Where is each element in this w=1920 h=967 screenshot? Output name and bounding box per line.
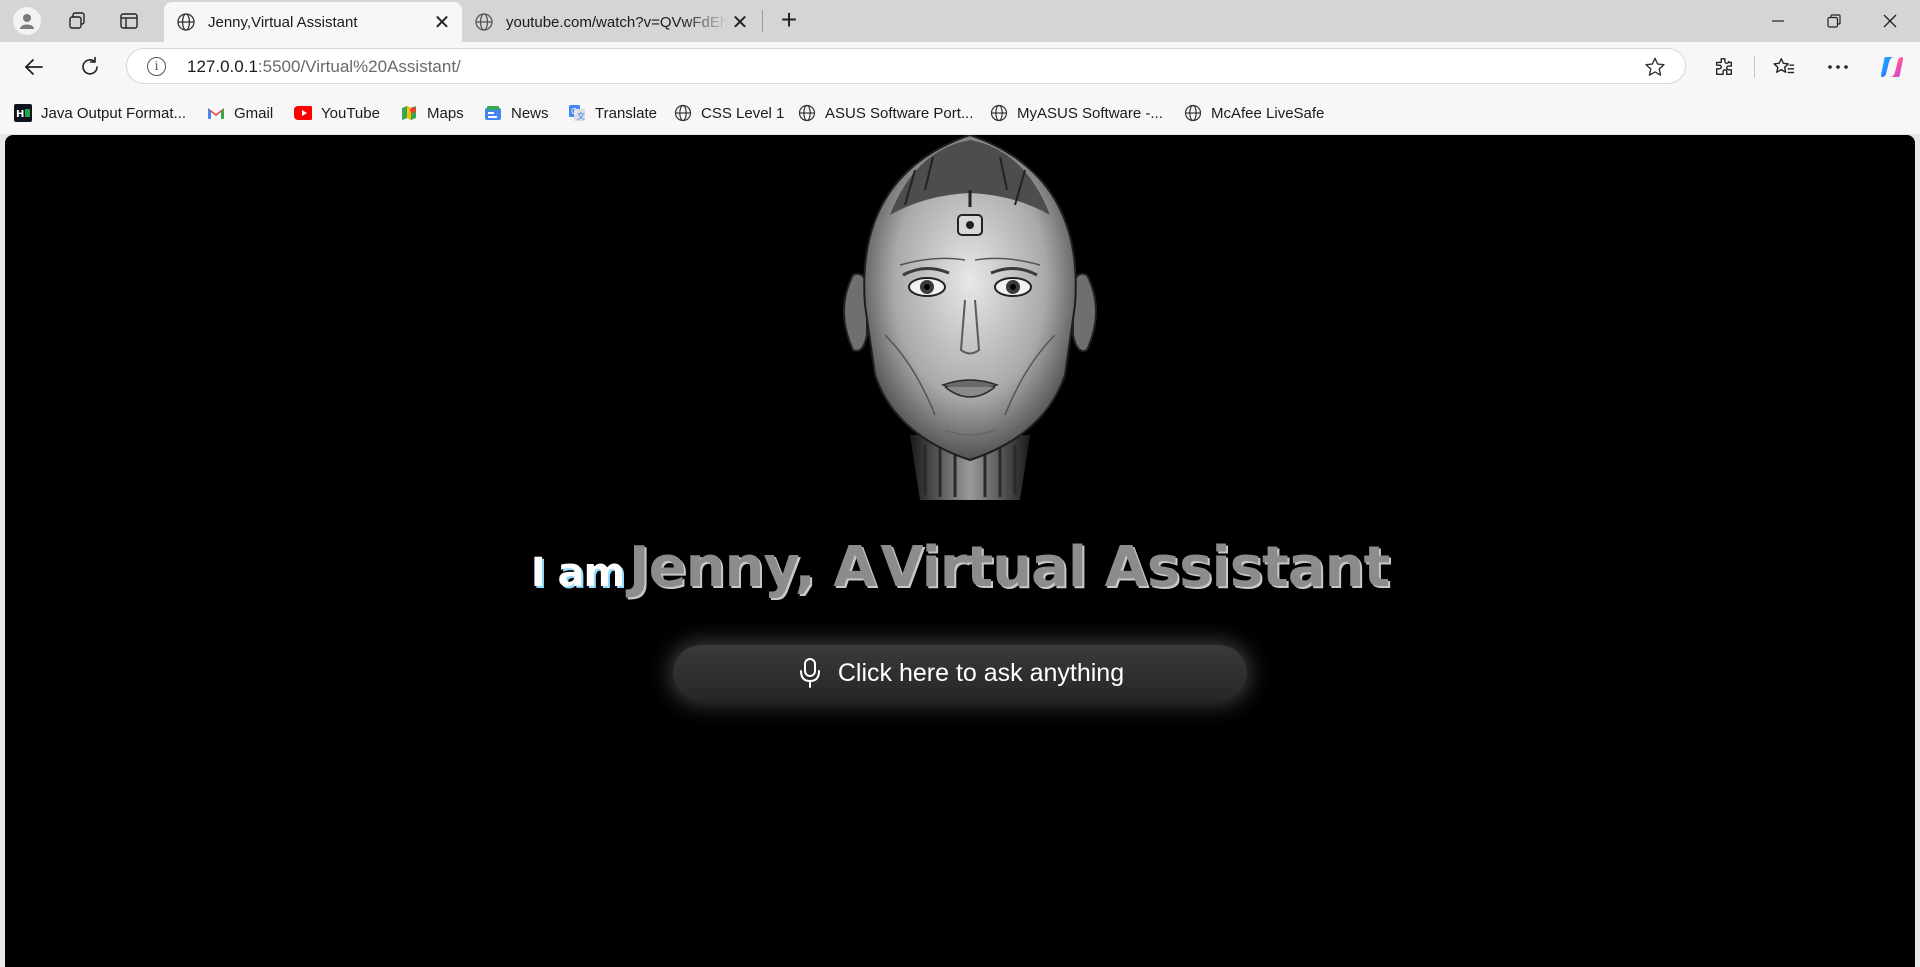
workspaces-button[interactable] [62,6,92,36]
globe-icon [474,12,494,32]
robot-head-image [843,135,1097,500]
refresh-icon [82,56,98,75]
tab-title: youtube.com/watch?v=QVwFdEhJQTo [506,13,728,31]
restore-icon [1827,14,1841,28]
microphone-icon [796,657,824,689]
bookmark-java-output[interactable]: H Java Output Format... [14,102,186,124]
favorite-star-icon[interactable] [1643,55,1667,79]
bookmark-translate[interactable]: G文 Translate [568,102,657,124]
vertical-tabs-button[interactable] [114,6,144,36]
bookmark-myasus-software[interactable]: MyASUS Software -... [990,102,1163,124]
bookmark-news[interactable]: News [484,102,549,124]
news-icon [484,104,502,122]
bookmark-youtube[interactable]: YouTube [294,102,380,124]
puzzle-icon [1715,58,1733,76]
page-viewport: I am Jenny, A Virtual Assistant Click he… [5,135,1915,967]
youtube-icon [294,104,312,122]
more-dots-icon [1828,65,1848,69]
bookmark-gmail[interactable]: Gmail [207,102,273,124]
hackerrank-icon: H [14,104,32,122]
tab-strip: Jenny,Virtual Assistant ✕ youtube.com/wa… [0,0,1920,42]
maps-icon [400,104,418,122]
ask-button-label: Click here to ask anything [837,658,1125,687]
close-tab-icon[interactable]: ✕ [728,10,752,34]
new-tab-button[interactable]: + [774,6,804,36]
translate-icon: G文 [568,104,586,122]
extensions-button[interactable] [1708,51,1740,83]
close-tab-icon[interactable]: ✕ [430,10,454,34]
svg-text:H: H [16,109,24,120]
bookmark-asus-software-portal[interactable]: ASUS Software Port... [798,102,973,124]
tab-jenny[interactable]: Jenny,Virtual Assistant ✕ [164,2,462,42]
profile-icon [13,7,41,35]
close-window-button[interactable] [1862,0,1918,42]
url-text[interactable]: 127.0.0.1:5500/Virtual%20Assistant/ [187,57,461,77]
toolbar: i 127.0.0.1:5500/Virtual%20Assistant/ [0,42,1920,90]
page-headline: I am Jenny, A Virtual Assistant [5,535,1915,600]
minimize-icon [1772,20,1784,22]
minimize-button[interactable] [1750,0,1806,42]
close-icon [1883,14,1897,28]
globe-icon [990,104,1008,122]
bookmark-maps[interactable]: Maps [400,102,464,124]
bookmark-css-level-1[interactable]: CSS Level 1 [674,102,784,124]
headline-virtual-assistant: Virtual Assistant [880,535,1390,600]
copilot-icon [1881,57,1903,77]
globe-icon [176,12,196,32]
favorites-button[interactable] [1768,51,1800,83]
tab-title: Jenny,Virtual Assistant [208,13,358,31]
back-arrow-icon [24,59,43,75]
tab-youtube[interactable]: youtube.com/watch?v=QVwFdEhJQTo ✕ [462,2,760,42]
workspaces-icon [69,12,85,29]
gmail-icon [207,104,225,122]
favorites-icon [1773,58,1795,74]
bookmarks-bar: H Java Output Format... Gmail YouTube Ma… [0,90,1920,134]
tab-actions-icon [120,13,138,29]
refresh-button[interactable] [74,51,106,83]
restore-button[interactable] [1806,0,1862,42]
tab-separator [762,10,763,32]
ask-anything-button[interactable]: Click here to ask anything [673,645,1247,701]
svg-text:文: 文 [577,111,585,121]
copilot-button[interactable] [1876,51,1908,83]
bookmark-mcafee-livesafe[interactable]: McAfee LiveSafe [1184,102,1324,124]
headline-i-am: I am [530,550,625,596]
back-button[interactable] [18,51,50,83]
site-info-icon[interactable]: i [147,57,166,76]
globe-icon [798,104,816,122]
headline-jenny: Jenny, A [628,535,877,600]
toolbar-divider [1754,56,1755,78]
address-bar[interactable]: i 127.0.0.1:5500/Virtual%20Assistant/ [126,48,1686,84]
more-options-button[interactable] [1822,51,1854,83]
globe-icon [1184,104,1202,122]
globe-icon [674,104,692,122]
profile-button[interactable] [12,6,42,36]
